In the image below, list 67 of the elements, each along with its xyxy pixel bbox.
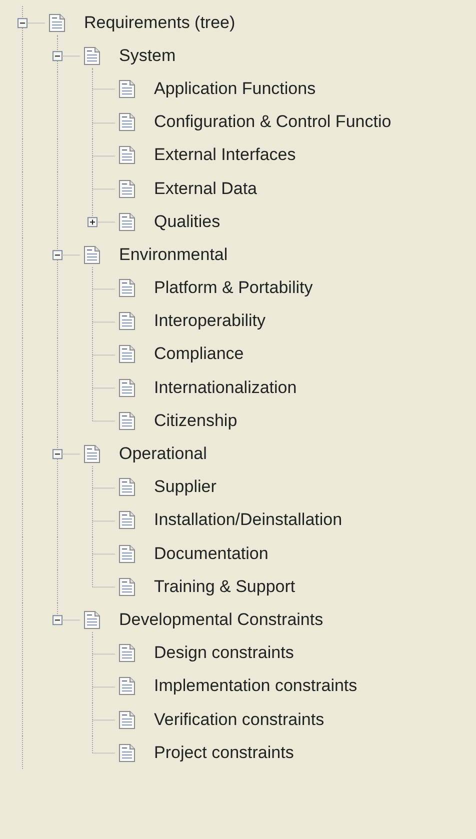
tree-item-label[interactable]: Operational	[119, 444, 207, 464]
tree-connector-line	[22, 6, 46, 40]
document-icon	[118, 112, 136, 132]
tree-item-label[interactable]: Implementation constraints	[154, 676, 358, 696]
document-icon	[118, 178, 136, 199]
tree-item-label[interactable]: Qualities	[154, 212, 220, 232]
tree-connector-line	[57, 39, 80, 72]
document-icon	[118, 410, 136, 431]
document-icon	[118, 544, 136, 564]
expand-toggle-icon[interactable]	[88, 217, 98, 228]
tree-connector-line	[92, 470, 116, 504]
tree-item-label[interactable]: Environmental	[119, 244, 228, 265]
document-icon	[118, 278, 136, 298]
tree-item-label[interactable]: Internationalization	[154, 378, 297, 398]
document-icon	[118, 378, 136, 398]
tree-item-label[interactable]: Application Functions	[154, 78, 316, 99]
tree-item-label[interactable]: External Data	[154, 178, 257, 199]
document-icon	[118, 311, 136, 332]
tree-connector-line	[92, 272, 116, 305]
document-icon	[118, 510, 136, 530]
tree-item-label[interactable]: Training & Support	[154, 576, 296, 597]
document-icon	[48, 12, 66, 33]
tree-item-label[interactable]: Documentation	[154, 544, 268, 564]
document-icon	[118, 477, 136, 498]
tree-connector-line	[57, 437, 80, 471]
tree-item-label[interactable]: External Interfaces	[154, 145, 296, 166]
collapse-toggle-icon[interactable]	[18, 18, 28, 28]
tree-connector-line	[57, 238, 80, 272]
collapse-toggle-icon[interactable]	[52, 250, 62, 260]
tree-item-label[interactable]: Supplier	[154, 477, 216, 498]
tree-item-label[interactable]: Verification constraints	[154, 710, 324, 730]
tree-connector-line	[92, 72, 116, 106]
document-icon	[118, 145, 136, 166]
tree-item-label[interactable]: Requirements (tree)	[84, 12, 236, 33]
document-icon	[83, 244, 101, 265]
document-icon	[83, 610, 101, 630]
tree-item-label[interactable]: Platform & Portability	[154, 278, 313, 298]
document-icon	[83, 444, 101, 464]
tree-item-label[interactable]: Configuration & Control Functio	[154, 112, 392, 132]
tree-item-label[interactable]: System	[119, 46, 176, 66]
document-icon	[118, 212, 136, 232]
tree-connector-line	[57, 603, 80, 621]
document-icon	[118, 742, 136, 763]
document-icon	[118, 710, 136, 730]
document-icon	[118, 576, 136, 597]
collapse-toggle-icon[interactable]	[52, 51, 62, 62]
tree-connector-line	[92, 636, 116, 670]
document-icon	[83, 46, 101, 66]
tree-connector-line	[92, 670, 116, 703]
tree-item-label[interactable]: Developmental Constraints	[119, 610, 324, 630]
tree-connector-line	[92, 106, 116, 139]
tree-connector-line	[92, 304, 116, 338]
collapse-toggle-icon[interactable]	[52, 615, 62, 626]
document-icon	[118, 676, 136, 696]
tree-item-label[interactable]: Installation/Deinstallation	[154, 510, 342, 530]
tree-connector-line	[92, 504, 116, 537]
tree-connector-line	[92, 338, 116, 372]
tree-connector-line	[92, 138, 116, 172]
tree-item-label[interactable]: Project constraints	[154, 742, 294, 763]
tree-item-label[interactable]: Design constraints	[154, 643, 294, 664]
tree-item-label[interactable]: Citizenship	[154, 410, 238, 431]
tree-item-label[interactable]: Compliance	[154, 344, 244, 364]
collapse-toggle-icon[interactable]	[52, 450, 62, 460]
document-icon	[118, 344, 136, 364]
document-icon	[118, 78, 136, 99]
document-icon	[118, 643, 136, 664]
tree-item-label[interactable]: Interoperability	[154, 311, 266, 332]
